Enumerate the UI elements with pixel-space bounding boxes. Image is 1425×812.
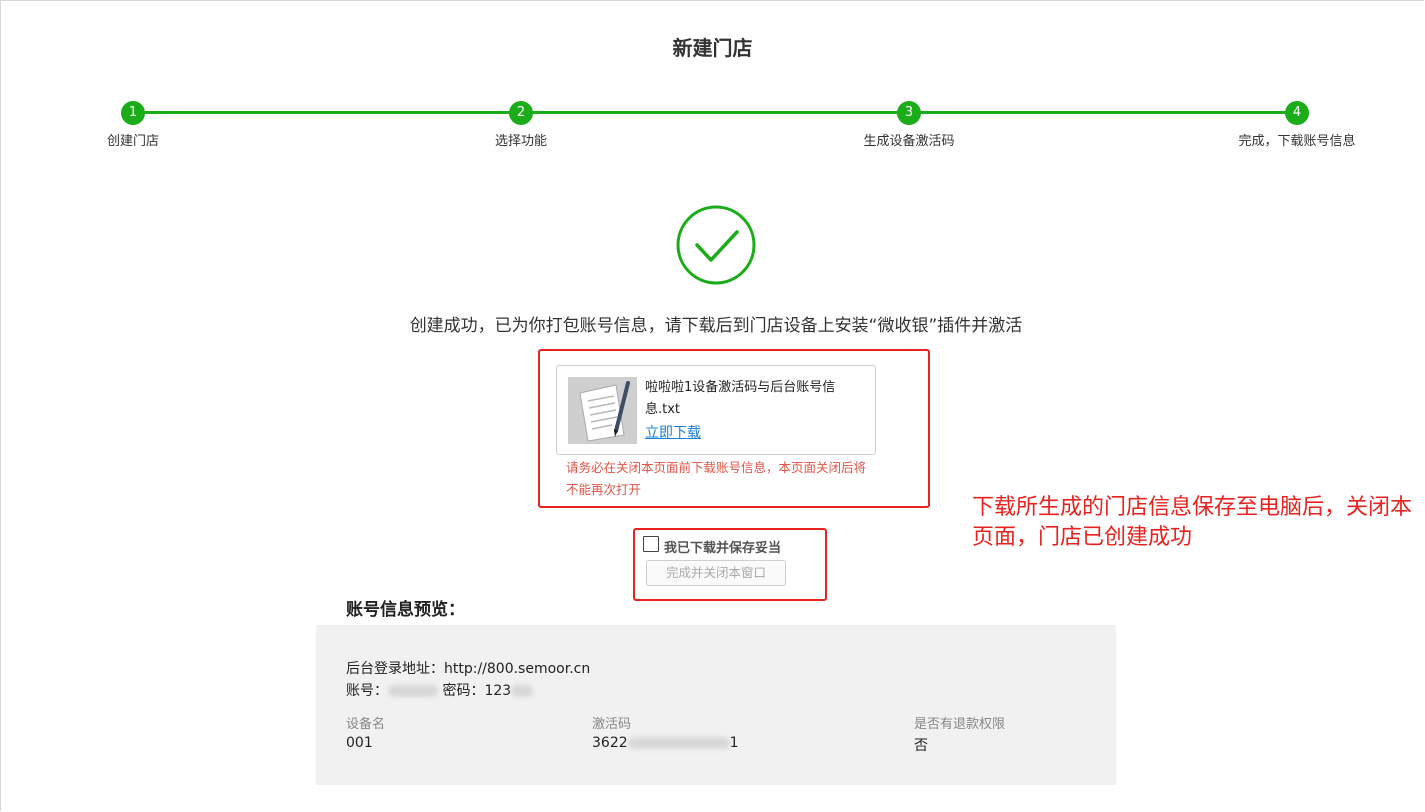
- annotation-note: 下载所生成的门店信息保存至电脑后，关闭本页面，门店已创建成功: [972, 495, 1413, 550]
- preview-title: 账号信息预览：: [346, 600, 465, 620]
- password-redacted: [511, 685, 534, 697]
- column-refund-permission: 是否有退款权限: [914, 717, 1006, 732]
- success-message: 创建成功，已为你打包账号信息，请下载后到门店设备上安装“微收银”插件并激活: [409, 316, 1023, 336]
- stepper-progress-line: [133, 111, 1297, 114]
- activation-code-tail: 1: [729, 735, 739, 751]
- page-title: 新建门店: [672, 36, 753, 60]
- file-card: 啦啦啦1设备激活码与后台账号信息.txt 立即下载: [556, 365, 876, 455]
- download-warning: 请务必在关闭本页面前下载账号信息，本页面关闭后将不能再次打开: [566, 460, 867, 497]
- saved-confirm-checkbox[interactable]: [643, 536, 659, 552]
- activation-code-value: 3622 1: [592, 735, 739, 751]
- notepad-pen-icon: [568, 377, 637, 444]
- activation-code-redacted: [627, 737, 730, 749]
- step-4-marker: 4: [1285, 101, 1309, 125]
- login-url: 后台登录地址：http://800.semoor.cn: [346, 661, 591, 677]
- password-label: 密码：: [442, 683, 485, 699]
- download-link[interactable]: 立即下载: [645, 422, 701, 442]
- device-name-value: 001: [346, 735, 373, 751]
- account-value-redacted: [388, 685, 438, 697]
- step-4-label: 完成，下载账号信息: [1238, 134, 1356, 149]
- file-name: 啦啦啦1设备激活码与后台账号信息.txt: [645, 380, 836, 417]
- step-2-label: 选择功能: [494, 134, 548, 149]
- column-activation-code: 激活码: [592, 717, 632, 732]
- saved-confirm-label[interactable]: 我已下载并保存妥当: [664, 537, 781, 556]
- step-1-marker: 1: [121, 101, 145, 125]
- step-3-label: 生成设备激活码: [863, 134, 955, 149]
- activation-code-visible: 3622: [592, 735, 628, 751]
- account-label: 账号：: [346, 683, 388, 699]
- refund-permission-value: 否: [914, 738, 928, 754]
- finish-close-button[interactable]: 完成并关闭本窗口: [646, 560, 786, 586]
- check-circle-icon: [676, 205, 756, 289]
- step-1-label: 创建门店: [106, 134, 160, 149]
- account-line: 账号： 密码：123: [346, 680, 534, 700]
- step-3-marker: 3: [897, 101, 921, 125]
- account-preview-panel: 后台登录地址：http://800.semoor.cn 账号： 密码：123 设…: [316, 625, 1116, 785]
- column-device-name: 设备名: [346, 717, 386, 732]
- password-value: 123: [484, 683, 512, 699]
- step-2-marker: 2: [509, 101, 533, 125]
